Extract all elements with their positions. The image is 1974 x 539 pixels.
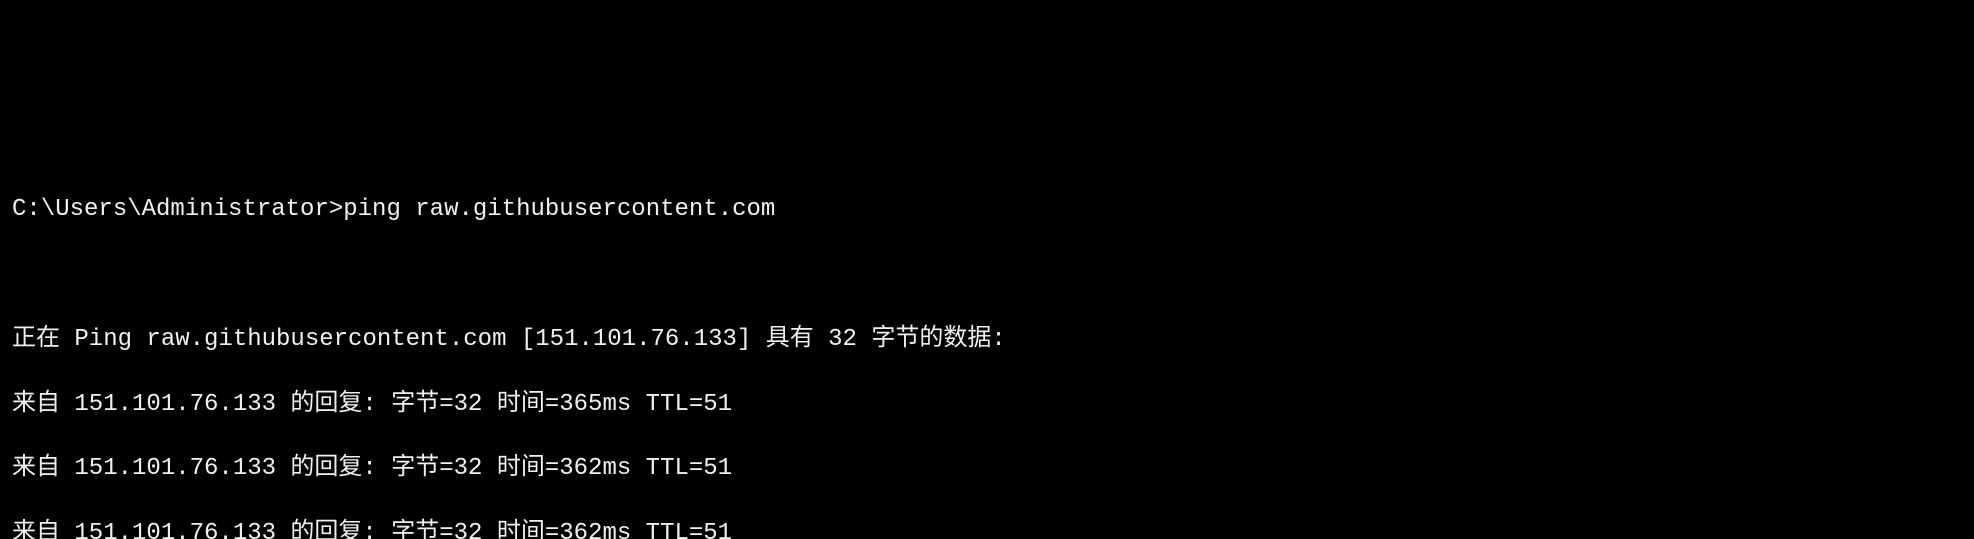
command-prompt-line: C:\Users\Administrator>ping raw.githubus…: [12, 194, 1970, 226]
terminal-output: C:\Users\Administrator>ping raw.githubus…: [0, 162, 1974, 539]
blank-line: [12, 259, 1970, 291]
reply-line: 来自 151.101.76.133 的回复: 字节=32 时间=365ms TT…: [12, 389, 1970, 421]
reply-line: 来自 151.101.76.133 的回复: 字节=32 时间=362ms TT…: [12, 518, 1970, 539]
reply-line: 来自 151.101.76.133 的回复: 字节=32 时间=362ms TT…: [12, 453, 1970, 485]
pinging-line: 正在 Ping raw.githubusercontent.com [151.1…: [12, 324, 1970, 356]
